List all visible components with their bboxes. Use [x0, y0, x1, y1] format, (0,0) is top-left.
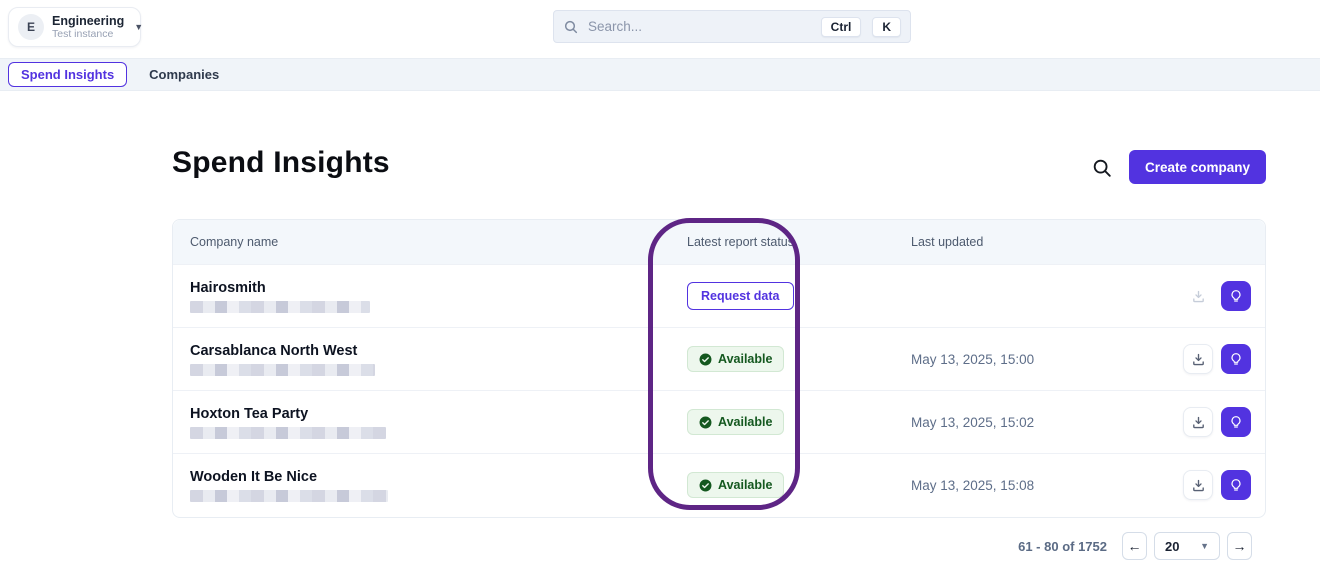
insights-button[interactable]: [1221, 281, 1251, 311]
status-badge-available: Available: [687, 472, 785, 498]
global-search-bar[interactable]: Ctrl K: [553, 10, 911, 43]
table-row: Hairosmith Request data: [173, 264, 1265, 327]
table-header-row: Company name Latest report status Last u…: [173, 220, 1265, 264]
actions-cell: [1167, 344, 1265, 374]
status-badge-label: Available: [718, 478, 773, 492]
request-data-button[interactable]: Request data: [687, 282, 794, 310]
shortcut-key-k: K: [872, 16, 901, 37]
download-tray-icon: [1192, 290, 1204, 302]
page-title: Spend Insights: [172, 146, 390, 179]
insights-button[interactable]: [1221, 344, 1251, 374]
last-updated-cell: May 13, 2025, 15:00: [911, 351, 1035, 367]
redacted-address: [190, 489, 388, 502]
status-badge-available: Available: [687, 346, 785, 372]
company-cell: Wooden It Be Nice: [173, 469, 670, 502]
status-cell: Available: [670, 346, 894, 372]
status-cell: Available: [670, 472, 894, 498]
pagination-range-text: 61 - 80 of 1752: [1018, 538, 1107, 554]
lightbulb-icon: [1231, 290, 1241, 302]
actions-cell: [1167, 281, 1265, 311]
actions-cell: [1167, 407, 1265, 437]
download-button-disabled: [1183, 281, 1213, 311]
lightbulb-icon: [1231, 353, 1241, 365]
lightbulb-icon: [1231, 479, 1241, 491]
last-updated-cell: May 13, 2025, 15:08: [911, 477, 1035, 493]
column-header-company-name: Company name: [190, 235, 279, 249]
shortcut-key-ctrl: Ctrl: [820, 16, 862, 37]
workspace-name: Engineering: [52, 13, 125, 28]
status-badge-label: Available: [718, 352, 773, 366]
download-tray-icon: [1192, 353, 1204, 365]
search-input[interactable]: [588, 19, 810, 34]
workspace-texts: Engineering Test instance: [52, 14, 124, 40]
download-tray-icon: [1192, 479, 1204, 491]
page-size-select[interactable]: 20 ▼: [1154, 532, 1220, 560]
redacted-address: [190, 363, 375, 376]
tab-spend-insights[interactable]: Spend Insights: [8, 62, 128, 87]
companies-table: Company name Latest report status Last u…: [172, 219, 1266, 518]
table-row: Carsablanca North West Available May 13,…: [173, 327, 1265, 390]
page-size-value: 20: [1165, 538, 1180, 554]
company-name: Carsablanca North West: [190, 342, 358, 359]
redacted-address: [190, 300, 370, 313]
last-updated-cell: May 13, 2025, 15:02: [911, 414, 1035, 430]
column-header-latest-report-status: Latest report status: [687, 235, 795, 249]
download-button[interactable]: [1183, 407, 1213, 437]
workspace-avatar: E: [18, 14, 44, 40]
redacted-address: [190, 426, 386, 439]
caret-down-icon: ▼: [1200, 541, 1209, 551]
download-button[interactable]: [1183, 344, 1213, 374]
company-name: Hairosmith: [190, 279, 266, 296]
company-cell: Hoxton Tea Party: [173, 406, 670, 439]
caret-down-icon: ▼: [134, 22, 144, 32]
create-company-button[interactable]: Create company: [1129, 150, 1267, 184]
workspace-switcher[interactable]: E Engineering Test instance ▼: [8, 7, 144, 47]
tab-companies[interactable]: Companies: [149, 67, 219, 82]
search-icon: [564, 20, 578, 33]
insights-button[interactable]: [1221, 407, 1251, 437]
table-search-icon[interactable]: [1091, 157, 1113, 179]
company-cell: Carsablanca North West: [173, 343, 670, 376]
check-circle-icon: [699, 416, 712, 428]
company-cell: Hairosmith: [173, 280, 670, 313]
company-name: Hoxton Tea Party: [190, 405, 309, 422]
download-button[interactable]: [1183, 470, 1213, 500]
download-tray-icon: [1192, 416, 1204, 428]
column-header-last-updated: Last updated: [911, 235, 984, 249]
actions-cell: [1167, 470, 1265, 500]
status-cell: Available: [670, 409, 894, 435]
pagination-next-button[interactable]: →: [1227, 532, 1252, 560]
table-row: Wooden It Be Nice Available May 13, 2025…: [173, 453, 1265, 516]
status-badge-label: Available: [718, 415, 773, 429]
pagination-prev-button[interactable]: ←: [1122, 532, 1147, 560]
insights-button[interactable]: [1221, 470, 1251, 500]
status-badge-available: Available: [687, 409, 785, 435]
pagination-bar: 61 - 80 of 1752 ← 20 ▼ →: [1000, 531, 1252, 561]
company-name: Wooden It Be Nice: [190, 468, 318, 485]
lightbulb-icon: [1231, 416, 1241, 428]
table-row: Hoxton Tea Party Available May 13, 2025,…: [173, 390, 1265, 453]
check-circle-icon: [699, 479, 712, 491]
workspace-subtitle: Test instance: [52, 28, 114, 41]
status-cell: Request data: [670, 282, 894, 310]
primary-nav: Spend Insights Companies: [0, 58, 1320, 91]
check-circle-icon: [699, 353, 712, 365]
